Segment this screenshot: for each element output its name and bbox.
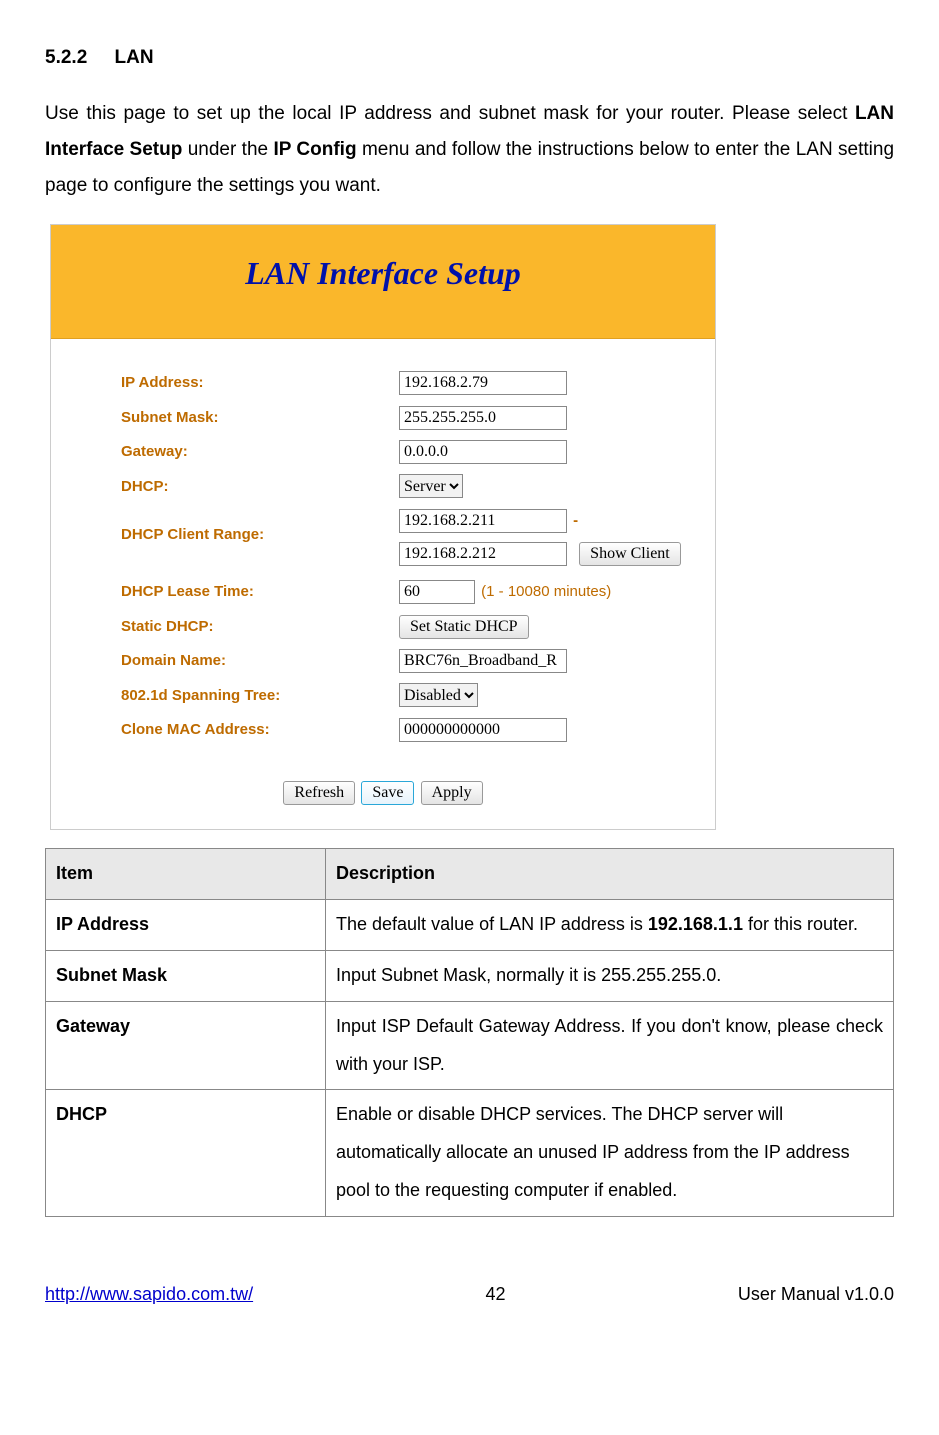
- show-client-button[interactable]: Show Client: [579, 542, 681, 566]
- desc-cell: Input ISP Default Gateway Address. If yo…: [326, 1001, 894, 1090]
- action-button-row: Refresh Save Apply: [59, 751, 707, 822]
- table-row: DHCP Enable or disable DHCP services. Th…: [46, 1090, 894, 1216]
- label-ip-address: IP Address:: [121, 369, 399, 398]
- dhcp-select[interactable]: Server: [399, 474, 463, 498]
- label-dhcp: DHCP:: [121, 473, 399, 502]
- section-title: LAN: [115, 47, 154, 68]
- screenshot-header: LAN Interface Setup: [51, 225, 715, 339]
- table-row: Gateway Input ISP Default Gateway Addres…: [46, 1001, 894, 1090]
- label-dhcp-client-range: DHCP Client Range:: [121, 507, 399, 550]
- label-static-dhcp: Static DHCP:: [121, 613, 399, 642]
- page-footer: http://www.sapido.com.tw/ 42 User Manual…: [45, 1277, 894, 1311]
- label-dhcp-lease-time: DHCP Lease Time:: [121, 578, 399, 607]
- footer-version: User Manual v1.0.0: [738, 1277, 894, 1311]
- item-cell: DHCP: [46, 1090, 326, 1216]
- screenshot-form: IP Address: Subnet Mask: Gateway: DHCP: …: [51, 339, 715, 829]
- label-spanning-tree: 802.1d Spanning Tree:: [121, 682, 399, 711]
- desc-cell: The default value of LAN IP address is 1…: [326, 900, 894, 951]
- screenshot-title: LAN Interface Setup: [245, 255, 521, 291]
- dhcp-range-start-input[interactable]: [399, 509, 567, 533]
- label-clone-mac: Clone MAC Address:: [121, 716, 399, 745]
- gateway-input[interactable]: [399, 440, 567, 464]
- subnet-mask-input[interactable]: [399, 406, 567, 430]
- header-item: Item: [46, 849, 326, 900]
- spanning-tree-select[interactable]: Disabled: [399, 683, 478, 707]
- item-cell: IP Address: [46, 900, 326, 951]
- clone-mac-input[interactable]: [399, 718, 567, 742]
- section-heading: 5.2.2 LAN: [45, 40, 894, 76]
- label-subnet-mask: Subnet Mask:: [121, 404, 399, 433]
- lan-setup-screenshot: LAN Interface Setup IP Address: Subnet M…: [50, 224, 716, 830]
- description-table: Item Description IP Address The default …: [45, 848, 894, 1216]
- label-domain-name: Domain Name:: [121, 647, 399, 676]
- desc-cell: Input Subnet Mask, normally it is 255.25…: [326, 950, 894, 1001]
- item-cell: Subnet Mask: [46, 950, 326, 1001]
- desc-cell: Enable or disable DHCP services. The DHC…: [326, 1090, 894, 1216]
- intro-text: under the: [188, 139, 274, 160]
- range-separator: -: [573, 507, 578, 536]
- table-header-row: Item Description: [46, 849, 894, 900]
- ip-address-input[interactable]: [399, 371, 567, 395]
- intro-paragraph: Use this page to set up the local IP add…: [45, 96, 894, 204]
- footer-url: http://www.sapido.com.tw/: [45, 1277, 253, 1311]
- label-gateway: Gateway:: [121, 438, 399, 467]
- intro-bold-2: IP Config: [273, 139, 356, 160]
- item-cell: Gateway: [46, 1001, 326, 1090]
- table-row: Subnet Mask Input Subnet Mask, normally …: [46, 950, 894, 1001]
- dhcp-range-end-input[interactable]: [399, 542, 567, 566]
- apply-button[interactable]: Apply: [421, 781, 483, 805]
- intro-text: Use this page to set up the local IP add…: [45, 103, 855, 124]
- footer-page-number: 42: [485, 1277, 505, 1311]
- save-button[interactable]: Save: [361, 781, 414, 805]
- domain-name-input[interactable]: [399, 649, 567, 673]
- set-static-dhcp-button[interactable]: Set Static DHCP: [399, 615, 529, 639]
- dhcp-lease-time-input[interactable]: [399, 580, 475, 604]
- refresh-button[interactable]: Refresh: [283, 781, 355, 805]
- lease-time-hint: (1 - 10080 minutes): [481, 583, 611, 600]
- header-description: Description: [326, 849, 894, 900]
- table-row: IP Address The default value of LAN IP a…: [46, 900, 894, 951]
- section-number: 5.2.2: [45, 47, 87, 68]
